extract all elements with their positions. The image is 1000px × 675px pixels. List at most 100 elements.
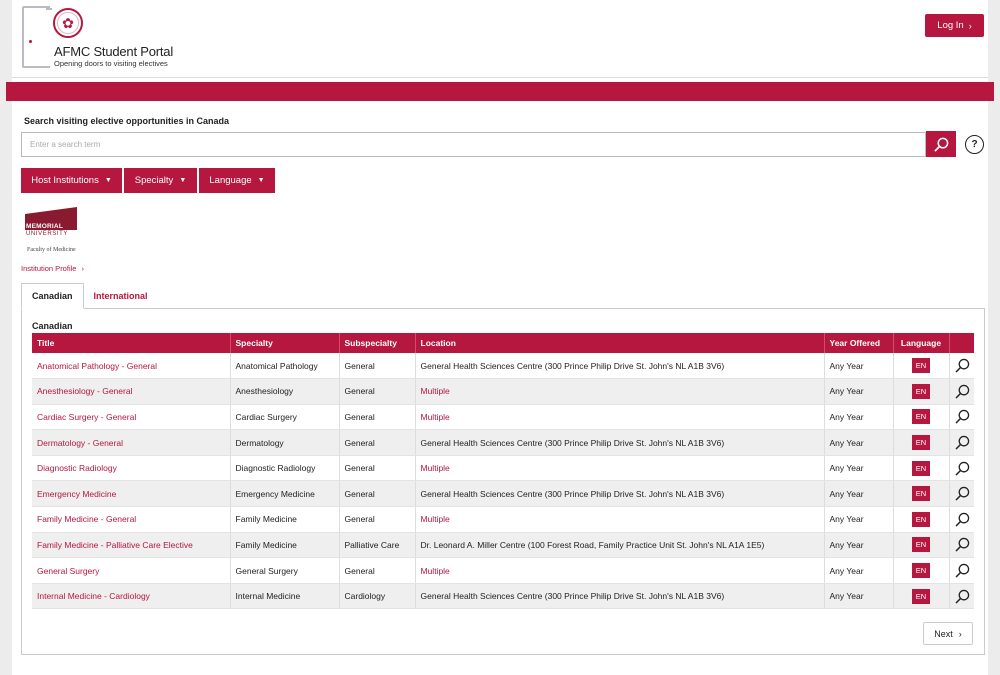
magnifier-icon [955,358,969,373]
language-badge: EN [912,511,930,527]
language-badge: EN [912,588,930,604]
subspecialty-cell: Cardiology [339,583,416,610]
table-row: Anesthesiology - General Anesthesiology Ge… [32,378,974,405]
elective-title-cell: Family Medicine - Palliative Care Electi… [32,532,231,559]
filter-label: Host Institutions [31,175,99,186]
elective-title-cell: Anesthesiology - General [32,378,231,405]
specialty-filter[interactable]: Specialty ▼ [124,168,197,193]
login-button[interactable]: Log In › [925,14,984,37]
elective-title-link[interactable]: Cardiac Surgery - General [37,412,136,422]
institution-logo: MEMORIAL UNIVERSITY Faculty of Medicine [25,207,87,257]
view-details-button[interactable] [949,557,974,584]
electives-table: Title Specialty Subspecialty Location Ye… [32,333,974,610]
year-offered-cell: Any Year [824,557,894,584]
language-badge: EN [912,486,930,502]
help-button[interactable]: ? [965,135,984,154]
login-label: Log In [937,20,964,31]
language-filter[interactable]: Language ▼ [199,168,275,193]
search-input[interactable] [21,132,926,157]
logo-frame [22,6,52,68]
elective-title-cell: Cardiac Surgery - General [32,404,231,431]
search-button[interactable] [926,131,956,157]
caret-down-icon: ▼ [257,177,265,184]
table-row: Family Medicine - Palliative Care Electi… [32,532,974,559]
brand-title: AFMC Student Portal [54,44,174,59]
year-offered-cell: Any Year [824,480,894,508]
host-institutions-filter[interactable]: Host Institutions ▼ [21,168,122,193]
magnifier-icon [955,487,969,501]
specialty-cell: Family Medicine [230,532,340,559]
location-cell: General Health Sciences Centre (300 Prin… [415,583,825,610]
column-header: Language [893,333,950,353]
view-details-button[interactable] [949,404,974,431]
location-cell: General Health Sciences Centre (300 Prin… [415,429,825,456]
brand-bar [6,82,994,101]
view-details-button[interactable] [949,429,974,456]
subspecialty-cell: General [339,480,416,508]
elective-title-cell: Emergency Medicine [32,480,231,508]
subspecialty-cell: General [339,404,416,431]
elective-title-cell: Diagnostic Radiology [32,455,231,482]
specialty-cell: Anatomical Pathology [230,353,340,380]
table-row: Emergency Medicine Emergency Medicine Gene… [32,480,974,508]
table-row: Family Medicine - General Family Medicine… [32,506,974,533]
elective-title-link[interactable]: Diagnostic Radiology [37,463,117,473]
view-details-button[interactable] [949,480,974,508]
elective-title-link[interactable]: Emergency Medicine [37,489,116,499]
language-badge: EN [912,537,930,553]
specialty-cell: General Surgery [230,557,340,584]
elective-title-link[interactable]: Family Medicine - General [37,514,136,524]
magnifier-icon [955,384,969,399]
chevron-right-icon: › [968,20,972,31]
panel-title: Canadian [32,321,73,331]
subspecialty-cell: General [339,378,416,405]
table-header-row: Title Specialty Subspecialty Location Ye… [32,333,974,353]
view-details-button[interactable] [949,506,974,533]
view-details-button[interactable] [949,353,974,380]
tab-bar: Canadian International [21,283,158,309]
elective-title-link[interactable]: Anesthesiology - General [37,386,132,396]
location-cell: Multiple [415,506,825,533]
subspecialty-cell: General [339,455,416,482]
table-row: Internal Medicine - Cardiology Internal M… [32,583,974,610]
elective-title-link[interactable]: Anatomical Pathology - General [37,361,157,371]
view-details-button[interactable] [949,378,974,405]
specialty-cell: Cardiac Surgery [230,404,340,431]
magnifier-icon [955,435,969,450]
elective-title-cell: Family Medicine - General [32,506,231,533]
page: ✿ AFMC Student Portal Opening doors to v… [6,0,994,675]
elective-title-link[interactable]: General Surgery [37,566,99,576]
view-details-button[interactable] [949,455,974,482]
magnifier-icon [955,461,969,476]
year-offered-cell: Any Year [824,532,894,559]
language-cell: EN [893,404,950,431]
location-cell: Multiple [415,404,825,431]
subspecialty-cell: General [339,429,416,456]
column-header: Subspecialty [339,333,416,353]
view-details-button[interactable] [949,583,974,610]
subspecialty-cell: General [339,353,416,380]
elective-title-cell: Anatomical Pathology - General [32,353,231,380]
language-cell: EN [893,378,950,405]
institution-profile-link[interactable]: Institution Profile › [21,264,84,273]
magnifier-icon [955,512,969,527]
results-panel: Canadian Title Specialty Subspecialty Lo… [21,308,985,655]
specialty-cell: Emergency Medicine [230,480,340,508]
elective-title-link[interactable]: Internal Medicine - Cardiology [37,591,150,601]
specialty-cell: Family Medicine [230,506,340,533]
location-cell: Multiple [415,557,825,584]
tab-canadian[interactable]: Canadian [21,283,84,309]
elective-title-link[interactable]: Family Medicine - Palliative Care Electi… [37,540,193,550]
language-cell: EN [893,429,950,456]
language-cell: EN [893,353,950,380]
next-page-button[interactable]: Next › [923,622,973,645]
elective-title-cell: Internal Medicine - Cardiology [32,583,231,610]
view-details-button[interactable] [949,532,974,559]
tab-international[interactable]: International [84,283,158,309]
elective-title-link[interactable]: Dermatology - General [37,438,123,448]
magnifier-icon [955,563,969,578]
filter-label: Specialty [134,175,174,186]
chevron-right-icon: › [81,264,84,273]
table-row: Diagnostic Radiology Diagnostic Radiology… [32,455,974,482]
site-header: ✿ AFMC Student Portal Opening doors to v… [12,0,988,78]
